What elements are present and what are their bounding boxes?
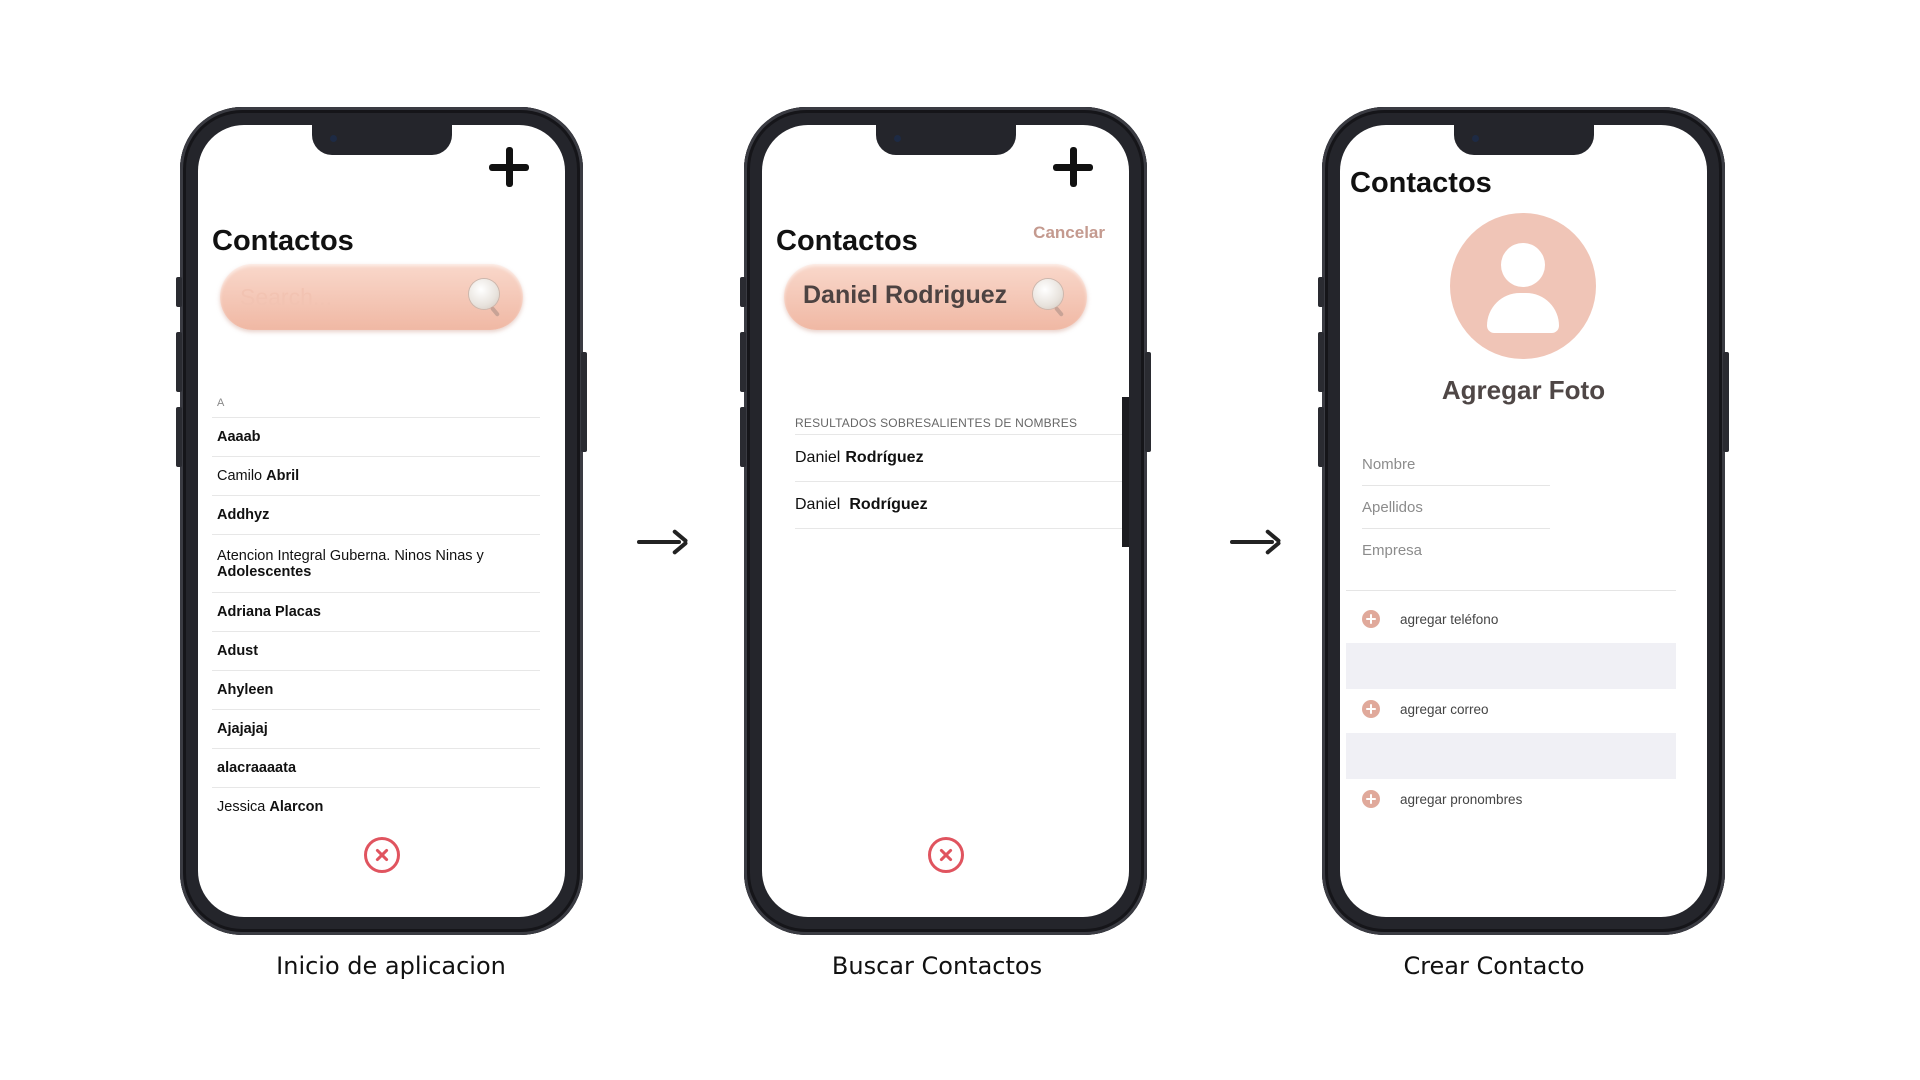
first-name: Atencion Integral Guberna. Ninos Ninas y xyxy=(217,547,484,564)
last-name: Adust xyxy=(217,643,259,659)
plus-icon[interactable] xyxy=(489,147,529,187)
result-item[interactable]: Daniel Rodríguez xyxy=(795,482,1129,529)
phone-buscar: Contactos Cancelar Daniel Rodriguez RESU… xyxy=(740,107,1151,935)
caption-inicio: Inicio de aplicacion xyxy=(276,952,506,980)
notch xyxy=(875,125,1016,155)
list-item[interactable]: Aaaab xyxy=(212,418,540,457)
first-name: Daniel xyxy=(795,496,841,513)
list-item[interactable]: Ajajajaj xyxy=(212,710,540,749)
divider xyxy=(1346,590,1676,591)
side-button xyxy=(581,352,587,452)
last-name: Rodríguez xyxy=(845,449,924,466)
side-button xyxy=(1318,277,1324,307)
page-title: Contactos xyxy=(212,225,354,257)
search-input[interactable]: Daniel Rodriguez xyxy=(784,264,1087,330)
last-name: Ahyleen xyxy=(217,682,274,698)
last-name: Addhyz xyxy=(217,507,270,523)
search-query: Daniel Rodriguez xyxy=(803,281,1008,309)
last-name: alacraaaata xyxy=(217,760,297,776)
add-pronouns-label: agregar pronombres xyxy=(1400,791,1523,807)
magnifier-icon[interactable] xyxy=(469,279,501,317)
magnifier-icon[interactable] xyxy=(1033,279,1065,317)
add-phone-row[interactable]: agregar teléfono xyxy=(1362,597,1692,641)
row-spacer xyxy=(1346,733,1676,779)
last-name: Adolescentes xyxy=(217,563,312,580)
list-item[interactable]: Addhyz xyxy=(212,496,540,535)
result-item[interactable]: Daniel Rodríguez xyxy=(795,435,1129,482)
caption-crear: Crear Contacto xyxy=(1403,952,1585,980)
close-icon[interactable] xyxy=(927,837,964,873)
side-button xyxy=(1318,332,1324,392)
side-button xyxy=(740,277,746,307)
side-button xyxy=(1318,407,1324,467)
search-placeholder: Search... xyxy=(240,284,333,310)
first-name: Camilo xyxy=(217,468,267,484)
add-email-label: agregar correo xyxy=(1400,701,1489,717)
last-name: Ajajajaj xyxy=(217,721,268,737)
arrow-right-icon xyxy=(637,528,689,556)
side-button xyxy=(176,332,182,392)
empresa-field[interactable]: Empresa xyxy=(1362,529,1550,571)
results-list: Daniel Rodríguez Daniel Rodríguez xyxy=(795,434,1129,529)
page-title: Contactos xyxy=(1350,167,1492,199)
notch xyxy=(1453,125,1594,155)
row-spacer xyxy=(1346,643,1676,689)
phone-crear: Contactos Agregar Foto Nombre Apellidos … xyxy=(1318,107,1729,935)
add-pronouns-row[interactable]: agregar pronombres xyxy=(1362,777,1692,821)
screen: Contactos Search... A Aaaab Camilo Abril… xyxy=(198,125,565,917)
camera xyxy=(1471,135,1479,142)
caption-buscar: Buscar Contactos xyxy=(831,952,1043,980)
camera xyxy=(893,135,901,142)
cancel-button[interactable]: Cancelar xyxy=(1033,223,1105,243)
add-circle-icon[interactable] xyxy=(1362,610,1380,628)
last-name: Rodríguez xyxy=(849,496,928,513)
side-button xyxy=(176,407,182,467)
page-title: Contactos xyxy=(776,225,918,257)
first-name: Jessica xyxy=(217,799,270,815)
list-item[interactable]: Jessica Alarcon xyxy=(212,788,540,826)
plus-icon[interactable] xyxy=(1053,147,1093,187)
first-name: Daniel xyxy=(795,449,841,466)
list-item[interactable]: alacraaaata xyxy=(212,749,540,788)
side-button xyxy=(176,277,182,307)
screen: Contactos Cancelar Daniel Rodriguez RESU… xyxy=(762,125,1129,917)
screen: Contactos Agregar Foto Nombre Apellidos … xyxy=(1340,125,1707,917)
add-circle-icon[interactable] xyxy=(1362,700,1380,718)
notch xyxy=(311,125,452,155)
side-button xyxy=(1145,352,1151,452)
arrow-right-icon xyxy=(1230,528,1282,556)
add-email-row[interactable]: agregar correo xyxy=(1362,687,1692,731)
phone-inicio: Contactos Search... A Aaaab Camilo Abril… xyxy=(176,107,587,935)
add-photo-button[interactable]: Agregar Foto xyxy=(1340,375,1707,406)
side-button xyxy=(740,332,746,392)
side-button xyxy=(1723,352,1729,452)
contact-list: Aaaab Camilo Abril Addhyz Atencion Integ… xyxy=(212,417,540,826)
apellidos-field[interactable]: Apellidos xyxy=(1362,486,1550,529)
list-item[interactable]: Adust xyxy=(212,632,540,671)
camera xyxy=(329,135,337,142)
side-button xyxy=(740,407,746,467)
results-header: RESULTADOS SOBRESALIENTES DE NOMBRES xyxy=(795,416,1078,430)
list-item[interactable]: Adriana Placas xyxy=(212,593,540,632)
last-name: Abril xyxy=(266,468,300,484)
last-name: Adriana Placas xyxy=(217,604,321,620)
nombre-field[interactable]: Nombre xyxy=(1362,443,1550,486)
list-item[interactable]: Camilo Abril xyxy=(212,457,540,496)
search-input[interactable]: Search... xyxy=(220,264,523,330)
last-name: Aaaab xyxy=(217,429,261,445)
section-letter: A xyxy=(217,397,225,409)
list-item[interactable]: Ahyleen xyxy=(212,671,540,710)
last-name: Alarcon xyxy=(269,799,324,815)
add-circle-icon[interactable] xyxy=(1362,790,1380,808)
add-phone-label: agregar teléfono xyxy=(1400,611,1499,627)
list-item[interactable]: Atencion Integral Guberna. Ninos Ninas y… xyxy=(212,535,540,593)
close-icon[interactable] xyxy=(363,837,400,873)
scrollbar[interactable] xyxy=(1122,397,1129,547)
avatar[interactable] xyxy=(1450,213,1596,359)
